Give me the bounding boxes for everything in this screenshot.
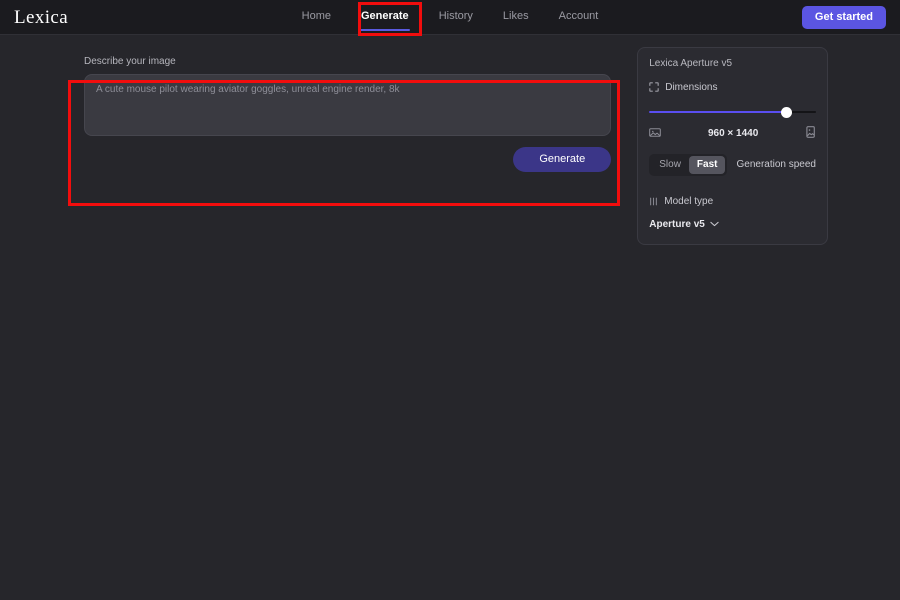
speed-segmented-control[interactable]: Slow Fast [649,154,728,176]
main-nav: Home Generate History Likes Account [0,0,900,34]
landscape-image-icon[interactable] [649,125,662,143]
generation-speed-row: Slow Fast Generation speed [649,154,816,176]
model-type-selected: Aperture v5 [649,219,705,230]
dimensions-slider[interactable] [649,106,816,118]
get-started-button[interactable]: Get started [801,5,886,29]
lexica-logo[interactable]: Lexica [14,8,68,27]
speed-option-slow[interactable]: Slow [651,156,689,174]
model-type-label: Model type [664,196,714,207]
nav-item-generate-label: Generate [360,10,409,22]
settings-panel: Lexica Aperture v5 Dimensions 960 × 1440… [637,47,828,245]
nav-item-history-label: History [438,10,473,22]
generate-button[interactable]: Generate [513,147,612,172]
main-content: Describe your image A cute mouse pilot w… [0,35,900,245]
active-tab-underline [359,29,410,31]
prompt-actions: Generate [84,147,612,172]
panel-title: Lexica Aperture v5 [649,58,733,69]
model-type-header: Model type [649,193,816,211]
dimensions-value-row: 960 × 1440 [649,125,816,143]
speed-option-fast[interactable]: Fast [688,156,726,174]
model-type-dropdown[interactable]: Aperture v5 [649,220,816,230]
prompt-textarea[interactable]: A cute mouse pilot wearing aviator goggl… [84,74,612,136]
nav-item-account-label: Account [558,10,599,22]
top-header: Lexica Home Generate History Likes Accou… [0,0,900,35]
slider-fill [649,111,786,113]
nav-item-history[interactable]: History [437,1,475,33]
portrait-image-icon[interactable] [805,125,816,143]
sliders-icon [649,193,658,211]
nav-item-home-label: Home [301,10,331,22]
slider-thumb[interactable] [780,106,792,118]
dimensions-header: Dimensions [649,79,816,97]
dimensions-label: Dimensions [665,82,718,93]
crop-corners-icon [649,79,659,97]
prompt-label: Describe your image [84,56,176,67]
generation-speed-label: Generation speed [736,159,816,170]
nav-item-generate[interactable]: Generate [359,1,411,33]
nav-item-account[interactable]: Account [557,1,601,33]
prompt-card: Describe your image A cute mouse pilot w… [72,47,623,184]
dimensions-value: 960 × 1440 [707,128,759,139]
nav-item-home[interactable]: Home [300,1,333,33]
chevron-down-icon [710,220,719,230]
nav-item-likes[interactable]: Likes [501,1,531,33]
prompt-placeholder-text: A cute mouse pilot wearing aviator goggl… [96,84,400,95]
nav-item-likes-label: Likes [502,10,529,22]
